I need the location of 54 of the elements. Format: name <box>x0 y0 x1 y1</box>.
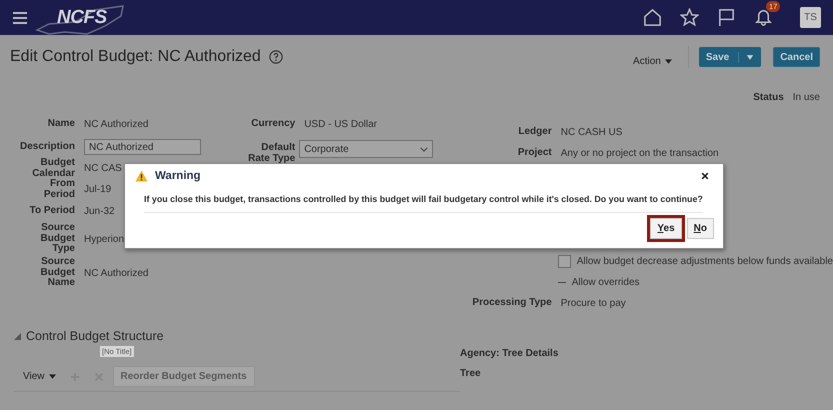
chevron-icon[interactable] <box>420 146 428 152</box>
checkbox[interactable] <box>558 254 571 268</box>
overrides-label: Allow overrides <box>572 276 640 288</box>
caret-icon[interactable] <box>48 374 56 379</box>
field-value: Procure to pay <box>560 298 626 309</box>
field-label: Ledger <box>517 127 552 138</box>
tree-details-title: Agency: Tree Details <box>460 348 558 359</box>
home-icon[interactable] <box>643 8 662 27</box>
field-label: To Period <box>28 206 75 216</box>
field-label: Project <box>516 148 552 159</box>
action-menu[interactable]: Action <box>633 56 661 66</box>
field-label: Budget Calendar <box>31 158 75 179</box>
close-icon[interactable] <box>701 172 709 180</box>
input-field[interactable]: NC Authorized <box>84 139 201 155</box>
view-menu[interactable]: View <box>23 371 44 382</box>
field-value: NC Authorized <box>84 268 148 278</box>
field-value: NC CASH US <box>560 127 622 138</box>
save-split-button[interactable]: Save <box>698 47 762 67</box>
status-label: Status <box>753 92 784 105</box>
field-label: Name <box>46 118 75 130</box>
field-label: Default Rate Type <box>247 141 296 164</box>
select-field[interactable]: Corporate <box>299 140 434 158</box>
field-label: From Period <box>42 179 75 200</box>
field-label: Source Budget Type <box>40 223 75 255</box>
section-title: Control Budget Structure <box>26 329 164 343</box>
caret-icon[interactable] <box>664 58 672 64</box>
field-value: Any or no project on the transaction <box>560 148 719 159</box>
field-label: Source Budget Name <box>40 257 75 289</box>
warning-icon <box>135 170 148 182</box>
dialog-button[interactable]: Yes <box>650 218 682 239</box>
disclosure-icon[interactable] <box>14 332 21 340</box>
status-value: In use <box>792 92 820 105</box>
help-icon[interactable] <box>268 50 283 64</box>
user-avatar[interactable]: TS <box>800 7 821 28</box>
field-value: NC CAS <box>84 163 122 174</box>
field-label: Description <box>18 142 75 152</box>
caret-icon[interactable] <box>746 54 754 60</box>
dialog-button[interactable]: No <box>686 218 714 239</box>
tree-label: Tree <box>460 368 482 379</box>
warning-message: If you close this budget, transactions controlled by this budget will fail budgetary control while it's closed. Do you want to continue? <box>144 194 703 213</box>
field-label: Currency <box>250 118 296 130</box>
field-label: Processing Type <box>471 298 552 309</box>
menu-icon[interactable] <box>13 12 27 24</box>
star-icon[interactable] <box>680 8 699 27</box>
field-value: Jun-32 <box>84 206 115 216</box>
field-value: NC Authorized <box>84 118 148 130</box>
checkbox-label: Allow budget decrease adjustments below funds available <box>576 256 833 266</box>
page-title: Edit Control Budget: NC Authorized <box>10 48 261 66</box>
dialog-title: Warning <box>155 170 201 182</box>
cancel-button[interactable]: Cancel <box>773 47 820 67</box>
field-value: USD - US Dollar <box>304 118 377 130</box>
flag-icon[interactable] <box>717 8 736 27</box>
field-value: Jul-19 <box>84 184 112 195</box>
field-value: Hyperion <box>84 234 124 244</box>
